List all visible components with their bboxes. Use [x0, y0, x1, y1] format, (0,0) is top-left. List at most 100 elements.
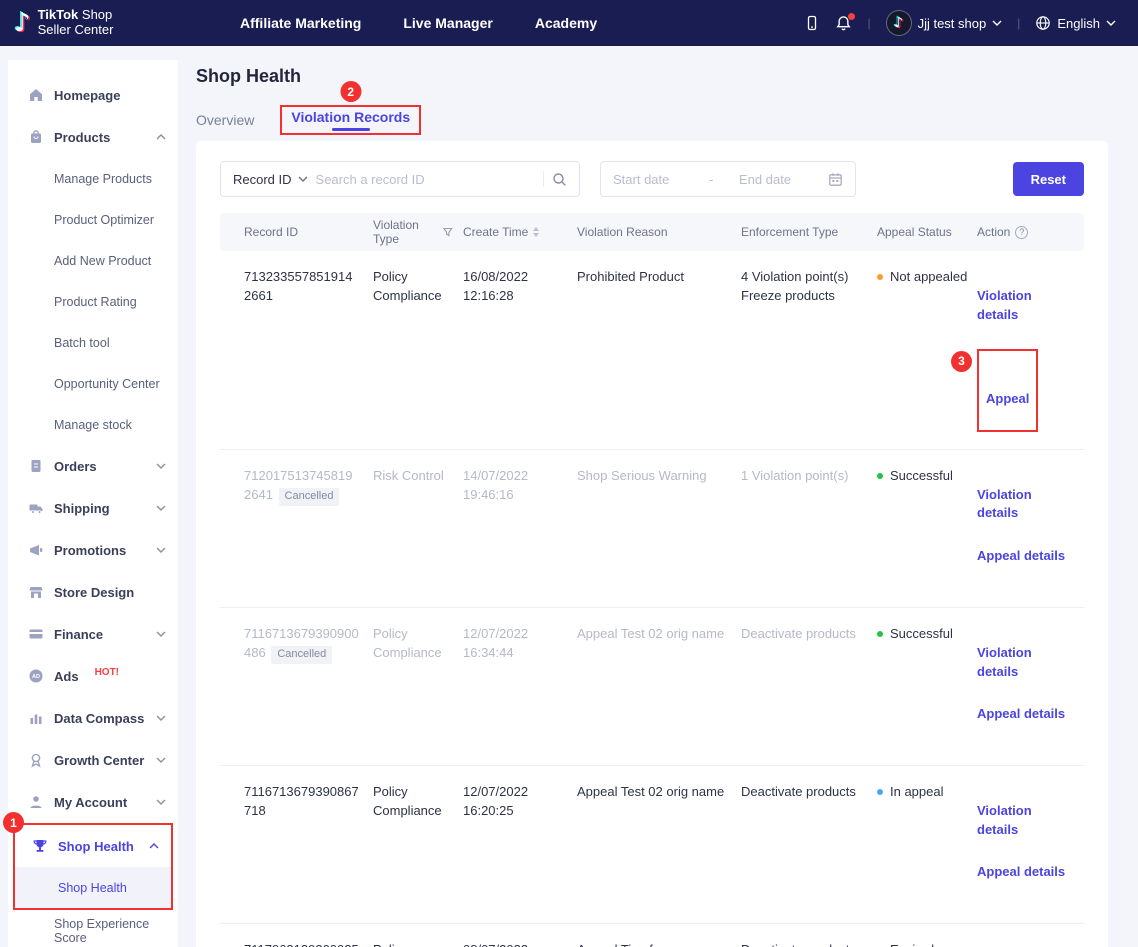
- logo-line2: Seller Center: [38, 23, 114, 38]
- chevron-down-icon: [156, 463, 166, 469]
- app-logo[interactable]: ♪ TikTok Shop Seller Center: [14, 8, 202, 38]
- medal-icon: [28, 752, 44, 768]
- language-selector[interactable]: English: [1035, 15, 1116, 31]
- sidebar-item-manage-products[interactable]: Manage Products: [8, 158, 178, 199]
- sidebar-item-promotions[interactable]: Promotions: [8, 529, 178, 571]
- table-row: 7116713679390900486 Cancelled Policy Com…: [220, 608, 1084, 766]
- reset-button[interactable]: Reset: [1013, 162, 1084, 196]
- main-content: Shop Health Overview 2 Violation Records…: [178, 46, 1138, 947]
- sidebar-item-product-rating[interactable]: Product Rating: [8, 281, 178, 322]
- appeal-details-link[interactable]: Appeal details: [977, 705, 1070, 724]
- sidebar-item-shipping[interactable]: Shipping: [8, 487, 178, 529]
- sidebar-item-orders[interactable]: Orders: [8, 445, 178, 487]
- col-appeal-status: Appeal Status: [877, 225, 977, 239]
- annotation-step-3: 3: [951, 351, 972, 372]
- violation-details-link[interactable]: Violation details: [977, 287, 1070, 325]
- calendar-icon: [828, 172, 843, 187]
- sidebar-item-data-compass[interactable]: Data Compass: [8, 697, 178, 739]
- create-time: 08/07/2022 18:41:21: [463, 941, 577, 947]
- end-date-input[interactable]: End date: [739, 172, 828, 187]
- sidebar-item-shop-health-sub[interactable]: Shop Health: [15, 867, 171, 908]
- sidebar-item-label: Growth Center: [54, 753, 144, 768]
- notification-dot: [848, 13, 855, 20]
- chevron-down-icon: [992, 20, 1002, 26]
- status-dot: [877, 789, 883, 795]
- appeal-details-link[interactable]: Appeal details: [977, 863, 1070, 882]
- violation-type: Risk Control: [373, 467, 463, 486]
- filter-bar: Record ID Start date - End date Reset: [220, 161, 1084, 197]
- nav-affiliate-marketing[interactable]: Affiliate Marketing: [240, 15, 361, 31]
- sidebar-item-shop-health[interactable]: Shop Health: [15, 825, 171, 867]
- col-enforcement-type: Enforcement Type: [741, 225, 877, 239]
- cancelled-badge: Cancelled: [271, 646, 332, 664]
- search-type-dropdown[interactable]: Record ID: [233, 172, 308, 187]
- enforcement-type: 1 Violation point(s): [741, 467, 877, 486]
- sort-arrows-icon[interactable]: [533, 227, 539, 237]
- sidebar-item-store-design[interactable]: Store Design: [8, 571, 178, 613]
- logo-line1-bold: TikTok: [38, 7, 79, 22]
- violation-reason: Shop Serious Warning: [577, 467, 741, 486]
- cancelled-badge: Cancelled: [279, 488, 340, 506]
- create-time: 16/08/2022 12:16:28: [463, 268, 577, 306]
- chevron-down-icon: [1106, 20, 1116, 26]
- search-icon[interactable]: [552, 172, 567, 187]
- tab-overview[interactable]: Overview: [196, 109, 254, 131]
- nav-live-manager[interactable]: Live Manager: [403, 15, 492, 31]
- bell-icon[interactable]: [835, 15, 852, 32]
- appeal-details-link[interactable]: Appeal details: [977, 547, 1070, 566]
- sidebar-item-growth-center[interactable]: Growth Center: [8, 739, 178, 781]
- storefront-icon: [28, 584, 44, 600]
- violation-type: Policy Compliance: [373, 941, 463, 947]
- shop-selector[interactable]: ♪ Jjj test shop: [886, 10, 1003, 36]
- col-record-id: Record ID: [244, 225, 373, 239]
- hot-badge: HOT!: [95, 667, 119, 678]
- action-cell: Violation details 3 Appeal: [977, 268, 1084, 432]
- sidebar-item-add-new-product[interactable]: Add New Product: [8, 240, 178, 281]
- sidebar-item-homepage[interactable]: Homepage: [8, 74, 178, 116]
- ads-icon: AD: [28, 668, 44, 684]
- sidebar-item-opportunity-center[interactable]: Opportunity Center: [8, 363, 178, 404]
- appeal-link[interactable]: Appeal: [986, 390, 1029, 409]
- chevron-down-icon: [156, 757, 166, 763]
- start-date-input[interactable]: Start date: [613, 172, 709, 187]
- violation-records-panel: Record ID Start date - End date Reset: [196, 141, 1108, 947]
- violation-details-link[interactable]: Violation details: [977, 644, 1070, 682]
- enforcement-type: Deactivate products: [741, 783, 877, 802]
- status-dot: [877, 473, 883, 479]
- col-create-time: Create Time: [463, 225, 577, 239]
- record-id: 7117963129300025606: [244, 941, 373, 947]
- sidebar-item-products[interactable]: Products: [8, 116, 178, 158]
- topbar-right: | ♪ Jjj test shop | English: [804, 10, 1116, 36]
- sidebar-item-manage-stock[interactable]: Manage stock: [8, 404, 178, 445]
- question-circle-icon[interactable]: ?: [1015, 226, 1028, 239]
- mobile-icon[interactable]: [804, 15, 820, 31]
- nav-academy[interactable]: Academy: [535, 15, 597, 31]
- tab-violation-records[interactable]: Violation Records: [291, 106, 410, 131]
- sidebar-item-label: Homepage: [54, 88, 120, 103]
- topbar-nav: Affiliate Marketing Live Manager Academy: [240, 15, 597, 31]
- filter-funnel-icon[interactable]: [443, 227, 453, 238]
- tiktok-note-icon: ♪: [14, 10, 31, 36]
- table-header: Record ID Violation Type Create Time Vio…: [220, 213, 1084, 251]
- annotation-box-shop-health: 1 Shop Health Shop Health: [13, 823, 173, 910]
- sidebar-item-product-optimizer[interactable]: Product Optimizer: [8, 199, 178, 240]
- violation-reason: Appeal Timeframe Expired: [577, 941, 741, 947]
- violation-details-link[interactable]: Violation details: [977, 486, 1070, 524]
- sidebar-item-finance[interactable]: Finance: [8, 613, 178, 655]
- sidebar-item-batch-tool[interactable]: Batch tool: [8, 322, 178, 363]
- create-time: 14/07/2022 19:46:16: [463, 467, 577, 505]
- date-range-picker[interactable]: Start date - End date: [600, 161, 856, 197]
- sidebar-item-ads[interactable]: AD Ads HOT!: [8, 655, 178, 697]
- search-input[interactable]: [316, 172, 535, 187]
- svg-text:AD: AD: [32, 674, 40, 680]
- sidebar-item-label: Promotions: [54, 543, 126, 558]
- action-cell: Violation details Appeal details: [977, 625, 1084, 748]
- col-violation-reason: Violation Reason: [577, 225, 741, 239]
- bar-chart-icon: [28, 710, 44, 726]
- person-icon: [28, 794, 44, 810]
- sidebar-item-shop-experience-score[interactable]: Shop Experience Score: [8, 910, 178, 947]
- violation-details-link[interactable]: Violation details: [977, 802, 1070, 840]
- create-time: 12/07/2022 16:34:44: [463, 625, 577, 663]
- annotation-box-appeal: 3 Appeal: [977, 349, 1038, 431]
- sidebar-item-my-account[interactable]: My Account: [8, 781, 178, 823]
